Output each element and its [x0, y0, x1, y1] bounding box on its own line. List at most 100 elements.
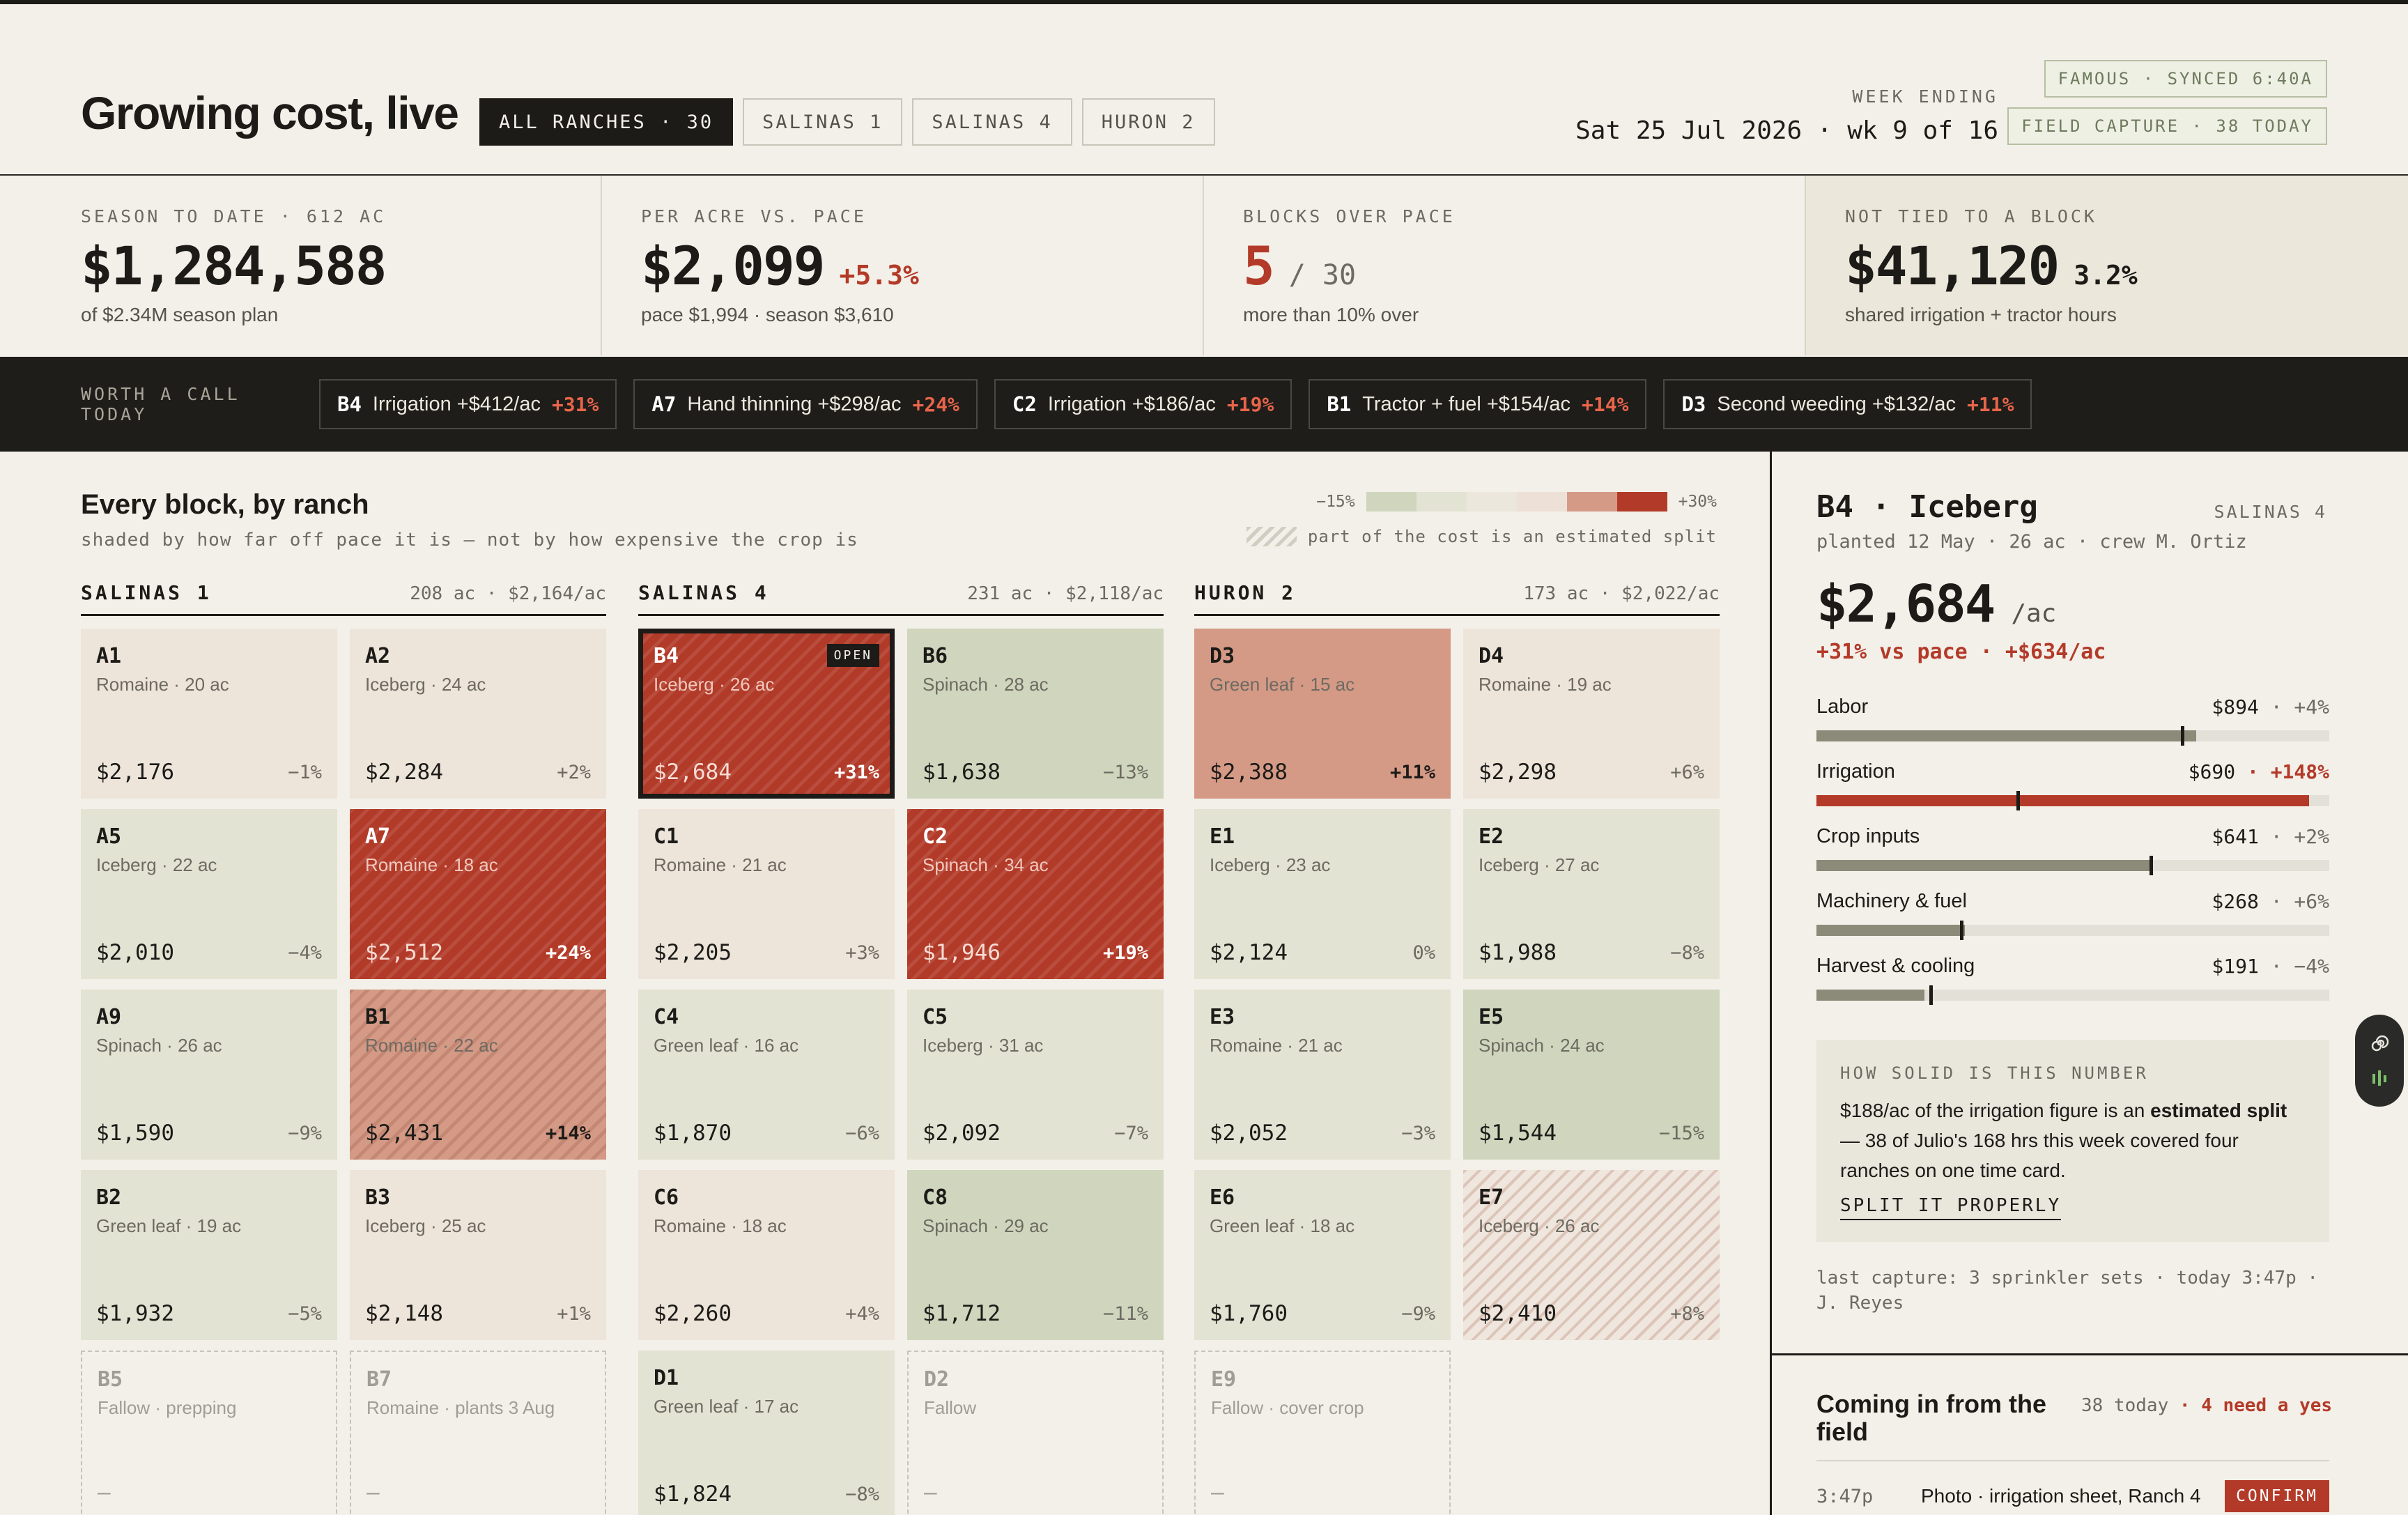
block-cell-c2[interactable]: C2 Spinach · 34 ac $1,946 +19%	[907, 809, 1164, 979]
tab-salinas-4[interactable]: SALINAS 4	[912, 98, 1072, 146]
block-pct: +2%	[557, 762, 591, 783]
block-cell-e6[interactable]: E6 Green leaf · 18 ac $1,760 −9%	[1194, 1170, 1451, 1340]
detail-ranch: SALINAS 4	[2214, 502, 2327, 522]
block-cell-d3[interactable]: D3 Green leaf · 15 ac $2,388 +11%	[1194, 629, 1451, 799]
call-chip-pct: +11%	[1967, 392, 2014, 416]
breakdown-value: $894	[2212, 695, 2259, 718]
kpi-value-row: $41,120 3.2%	[1845, 235, 2408, 297]
block-id: C5	[923, 1005, 948, 1029]
divider	[1816, 1460, 2329, 1461]
ranch-name: HURON 2	[1194, 581, 1297, 604]
tab-all-ranches[interactable]: ALL RANCHES · 30	[479, 98, 734, 146]
breakdown-value-group: $268 · +6%	[2212, 890, 2329, 913]
call-bar-label: WORTH A CALL TODAY	[81, 384, 240, 424]
breakdown-row[interactable]: Labor $894 · +4%	[1816, 695, 2329, 760]
breakdown-fill	[1816, 730, 2196, 741]
block-id: C6	[654, 1185, 679, 1210]
block-cell-c4[interactable]: C4 Green leaf · 16 ac $1,870 −6%	[638, 990, 895, 1160]
block-pct: −15%	[1658, 1123, 1704, 1144]
block-cell-b6[interactable]: B6 Spinach · 28 ac $1,638 −13%	[907, 629, 1164, 799]
block-cost: $1,824	[654, 1482, 732, 1507]
ranch-tabs: ALL RANCHES · 30 SALINAS 1 SALINAS 4 HUR…	[479, 98, 1215, 146]
block-cell-b1[interactable]: B1 Romaine · 22 ac $2,431 +14%	[350, 990, 606, 1160]
legend-swatch	[1516, 492, 1567, 512]
block-id: A5	[96, 824, 122, 849]
block-cost: $2,284	[365, 760, 443, 785]
block-cost: $1,712	[923, 1301, 1001, 1326]
confirm-button[interactable]: CONFIRM	[2225, 1480, 2329, 1512]
block-cell-a7[interactable]: A7 Romaine · 18 ac $2,512 +24%	[350, 809, 606, 979]
audio-bars-icon[interactable]	[2368, 1066, 2391, 1090]
tab-huron-2[interactable]: HURON 2	[1081, 98, 1215, 146]
block-cell-a9[interactable]: A9 Spinach · 26 ac $1,590 −9%	[81, 990, 337, 1160]
call-chip-b1[interactable]: B1 Tractor + fuel +$154/ac +14%	[1309, 379, 1647, 429]
block-cost: $1,870	[654, 1121, 732, 1146]
spiral-icon[interactable]	[2368, 1031, 2391, 1055]
block-grid: D3 Green leaf · 15 ac $2,388 +11% D4 Romaine …	[1194, 629, 1720, 1515]
block-cell-b4[interactable]: B4 Iceberg · 26 ac $2,684 +31% OPEN	[638, 629, 895, 799]
breakdown-row[interactable]: Irrigation $690 · +148%	[1816, 760, 2329, 825]
block-cell-b3[interactable]: B3 Iceberg · 25 ac $2,148 +1%	[350, 1170, 606, 1340]
week-ending: WEEK ENDING Sat 25 Jul 2026 · wk 9 of 16	[1575, 86, 1998, 145]
breakdown-track	[1816, 791, 2329, 810]
block-cell-c5[interactable]: C5 Iceberg · 31 ac $2,092 −7%	[907, 990, 1164, 1160]
breakdown-row[interactable]: Machinery & fuel $268 · +6%	[1816, 890, 2329, 955]
breakdown-row[interactable]: Harvest & cooling $191 · −4%	[1816, 955, 2329, 1020]
block-cell-e5[interactable]: E5 Spinach · 24 ac $1,544 −15%	[1463, 990, 1720, 1160]
block-crop: Romaine · plants 3 Aug	[366, 1397, 555, 1418]
kpi-value-row: 5 / 30	[1243, 235, 1805, 297]
field-capture-badge[interactable]: FIELD CAPTURE · 38 TODAY	[2007, 107, 2327, 145]
block-cell-b5[interactable]: B5 Fallow · prepping —	[81, 1351, 337, 1515]
block-cell-b2[interactable]: B2 Green leaf · 19 ac $1,932 −5%	[81, 1170, 337, 1340]
pace-marker	[1929, 985, 1933, 1005]
block-cell-e1[interactable]: E1 Iceberg · 23 ac $2,124 0%	[1194, 809, 1451, 979]
breakdown-row[interactable]: Crop inputs $641 · +2%	[1816, 825, 2329, 890]
ranch-huron-2: HURON 2 173 ac · $2,022/ac D3 Green leaf …	[1194, 581, 1720, 1515]
field-title: Coming in from the field	[1816, 1390, 2046, 1446]
block-cell-a5[interactable]: A5 Iceberg · 22 ac $2,010 −4%	[81, 809, 337, 979]
block-cell-c6[interactable]: C6 Romaine · 18 ac $2,260 +4%	[638, 1170, 895, 1340]
block-cost: $2,388	[1210, 760, 1288, 785]
call-chip-b4[interactable]: B4 Irrigation +$412/ac +31%	[319, 379, 617, 429]
block-cell-c1[interactable]: C1 Romaine · 21 ac $2,205 +3%	[638, 809, 895, 979]
block-cell-e3[interactable]: E3 Romaine · 21 ac $2,052 −3%	[1194, 990, 1451, 1160]
block-id: B6	[923, 644, 948, 668]
kpi-value-row: $1,284,588	[81, 235, 601, 297]
block-pct: −6%	[845, 1123, 879, 1144]
block-cell-e9[interactable]: E9 Fallow · cover crop —	[1194, 1351, 1451, 1515]
call-chip-a7[interactable]: A7 Hand thinning +$298/ac +24%	[633, 379, 978, 429]
block-pct: −9%	[288, 1123, 322, 1144]
block-pct: −5%	[288, 1303, 322, 1325]
block-crop: Spinach · 34 ac	[923, 854, 1049, 875]
call-chip-c2[interactable]: C2 Irrigation +$186/ac +19%	[994, 379, 1292, 429]
block-cost: $2,512	[365, 940, 443, 965]
block-cell-d4[interactable]: D4 Romaine · 19 ac $2,298 +6%	[1463, 629, 1720, 799]
last-capture: last capture: 3 sprinkler sets · today 3…	[1816, 1268, 2319, 1314]
block-crop: Iceberg · 26 ac	[1479, 1215, 1600, 1236]
sync-status-badge[interactable]: FAMOUS · SYNCED 6:40A	[2044, 60, 2327, 98]
block-cell-a2[interactable]: A2 Iceberg · 24 ac $2,284 +2%	[350, 629, 606, 799]
block-cell-e7[interactable]: E7 Iceberg · 26 ac $2,410 +8%	[1463, 1170, 1720, 1340]
breakdown-name: Machinery & fuel	[1816, 890, 1967, 912]
block-cell-d2[interactable]: D2 Fallow —	[907, 1351, 1164, 1515]
block-cell-a1[interactable]: A1 Romaine · 20 ac $2,176 −1%	[81, 629, 337, 799]
block-cell-b7[interactable]: B7 Romaine · plants 3 Aug —	[350, 1351, 606, 1515]
detail-title: B4 · Iceberg	[1816, 489, 2038, 525]
block-cell-e2[interactable]: E2 Iceberg · 27 ac $1,988 −8%	[1463, 809, 1720, 979]
block-cell-c8[interactable]: C8 Spinach · 29 ac $1,712 −11%	[907, 1170, 1164, 1340]
hatch-legend: part of the cost is an estimated split	[1246, 527, 1717, 546]
breakdown-fill	[1816, 925, 1966, 936]
split-it-properly-link[interactable]: SPLIT IT PROPERLY	[1840, 1195, 2062, 1220]
kpi-season-to-date: SEASON TO DATE · 612 AC $1,284,588 of $2…	[0, 176, 602, 355]
block-crop: Fallow	[924, 1397, 977, 1418]
hatch-swatch	[1246, 527, 1297, 546]
breakdown-track	[1816, 985, 2329, 1005]
call-chip-d3[interactable]: D3 Second weeding +$132/ac +11%	[1663, 379, 2032, 429]
call-chip-pct: +31%	[551, 392, 599, 416]
kpi-sub: of $2.34M season plan	[81, 304, 279, 325]
ranch-header: SALINAS 1 208 ac · $2,164/ac	[81, 581, 606, 616]
assistant-widget[interactable]	[2355, 1015, 2404, 1107]
tab-salinas-1[interactable]: SALINAS 1	[743, 98, 903, 146]
block-cell-d1[interactable]: D1 Green leaf · 17 ac $1,824 −8%	[638, 1351, 895, 1515]
kpi-not-tied[interactable]: NOT TIED TO A BLOCK $41,120 3.2% shared …	[1806, 176, 2408, 355]
